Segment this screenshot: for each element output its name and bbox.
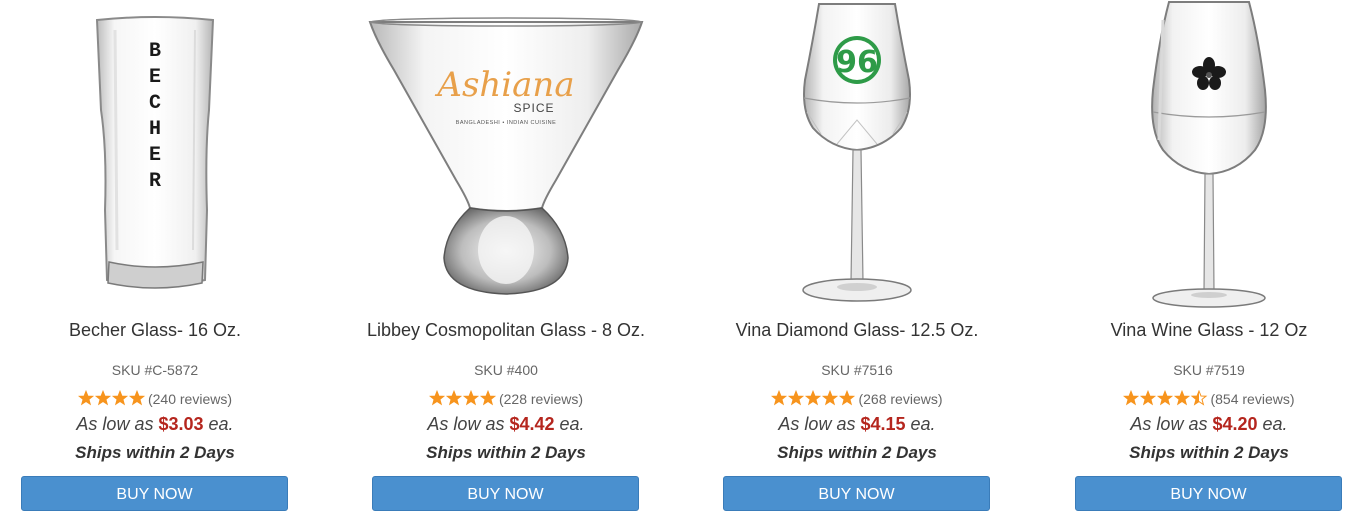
product-sku: SKU #7519 xyxy=(1173,362,1245,378)
star-full-icon xyxy=(479,389,497,406)
svg-text:C: C xyxy=(149,92,161,115)
price-amount: $4.20 xyxy=(1212,414,1258,434)
shipping-info: Ships within 2 Days xyxy=(426,443,586,462)
review-count: (268 reviews) xyxy=(858,391,943,407)
buy-now-button[interactable]: BUY NOW xyxy=(372,476,639,511)
star-full-icon xyxy=(445,389,463,406)
price-amount: $4.42 xyxy=(509,414,555,434)
svg-text:E: E xyxy=(149,144,161,167)
shipping-info: Ships within 2 Days xyxy=(1129,443,1289,462)
product-card-becher: B E C H E R Becher Glass- 16 Oz. SKU #C-… xyxy=(5,0,305,527)
product-image-vina-diamond[interactable]: 96 xyxy=(707,0,1007,312)
product-price: As low as $3.03 ea. xyxy=(5,414,305,435)
svg-text:H: H xyxy=(149,118,161,141)
product-sku: SKU #400 xyxy=(474,362,538,378)
ashiana-logo-text: Ashiana xyxy=(434,65,574,105)
star-full-icon xyxy=(94,389,112,406)
price-suffix: ea. xyxy=(208,414,234,434)
buy-now-button[interactable]: BUY NOW xyxy=(723,476,990,511)
product-sku: SKU #7516 xyxy=(821,362,893,378)
ashiana-logo-sub: SPICE xyxy=(513,101,554,115)
buy-now-button[interactable]: BUY NOW xyxy=(21,476,288,511)
price-prefix: As low as xyxy=(778,414,856,434)
star-rating-icon xyxy=(428,389,497,409)
shipping-info: Ships within 2 Days xyxy=(777,443,937,462)
product-image-becher[interactable]: B E C H E R xyxy=(5,0,305,312)
product-card-vina-wine: Vina Wine Glass - 12 Oz SKU #7519 (854 r… xyxy=(1059,0,1358,527)
review-count: (228 reviews) xyxy=(498,391,584,407)
star-full-icon xyxy=(428,389,446,406)
review-count: (240 reviews) xyxy=(147,391,233,407)
product-image-cosmopolitan[interactable]: Ashiana SPICE BANGLADESHI • INDIAN CUISI… xyxy=(356,0,656,312)
shipping-info: Ships within 2 Days xyxy=(75,443,235,462)
product-price: As low as $4.20 ea. xyxy=(1059,414,1358,435)
product-price: As low as $4.42 ea. xyxy=(356,414,656,435)
star-full-icon xyxy=(1157,389,1174,406)
star-full-icon xyxy=(111,389,129,406)
price-prefix: As low as xyxy=(427,414,505,434)
product-rating[interactable]: (854 reviews) xyxy=(1059,389,1358,409)
star-full-icon xyxy=(771,389,788,406)
star-full-icon xyxy=(805,389,822,406)
price-suffix: ea. xyxy=(910,414,936,434)
product-rating[interactable]: (228 reviews) xyxy=(356,389,656,409)
product-grid: B E C H E R Becher Glass- 16 Oz. SKU #C-… xyxy=(0,0,1358,527)
buy-now-button[interactable]: BUY NOW xyxy=(1075,476,1342,511)
star-full-icon xyxy=(788,389,805,406)
product-sku: SKU #C-5872 xyxy=(111,362,199,378)
star-full-icon xyxy=(77,389,95,406)
product-rating[interactable]: (268 reviews) xyxy=(707,389,1007,409)
star-rating-icon xyxy=(1123,389,1208,409)
price-prefix: As low as xyxy=(1130,414,1208,434)
price-suffix: ea. xyxy=(559,414,585,434)
svg-text:R: R xyxy=(149,170,161,193)
star-rating-icon xyxy=(77,389,146,409)
star-full-icon xyxy=(839,389,856,406)
product-price: As low as $4.15 ea. xyxy=(707,414,1007,435)
star-full-icon xyxy=(822,389,839,406)
product-title[interactable]: Becher Glass- 16 Oz. xyxy=(5,321,305,340)
product-rating[interactable]: (240 reviews) xyxy=(5,389,305,409)
svg-text:B: B xyxy=(149,40,161,63)
product-image-vina-wine[interactable] xyxy=(1059,0,1358,312)
team-96-logo-text: 96 xyxy=(836,45,878,80)
product-card-vina-diamond: 96 Vina Diamond Glass- 12.5 Oz. SKU #751… xyxy=(707,0,1007,527)
product-title[interactable]: Vina Wine Glass - 12 Oz xyxy=(1059,321,1358,340)
ashiana-logo-tagline: BANGLADESHI • INDIAN CUISINE xyxy=(456,120,557,126)
svg-text:E: E xyxy=(149,66,161,89)
review-count: (854 reviews) xyxy=(1210,391,1295,407)
star-full-icon xyxy=(128,389,146,406)
product-title[interactable]: Libbey Cosmopolitan Glass - 8 Oz. xyxy=(356,321,656,340)
product-card-cosmopolitan: Ashiana SPICE BANGLADESHI • INDIAN CUISI… xyxy=(356,0,656,527)
price-amount: $3.03 xyxy=(158,414,204,434)
star-full-icon xyxy=(1174,389,1191,406)
team-96-logo: 96 xyxy=(833,36,881,84)
price-suffix: ea. xyxy=(1262,414,1288,434)
star-full-icon xyxy=(1123,389,1140,406)
product-title[interactable]: Vina Diamond Glass- 12.5 Oz. xyxy=(707,321,1007,340)
star-rating-icon xyxy=(771,389,856,409)
star-full-icon xyxy=(1140,389,1157,406)
price-prefix: As low as xyxy=(76,414,154,434)
star-full-icon xyxy=(462,389,480,406)
price-amount: $4.15 xyxy=(860,414,906,434)
